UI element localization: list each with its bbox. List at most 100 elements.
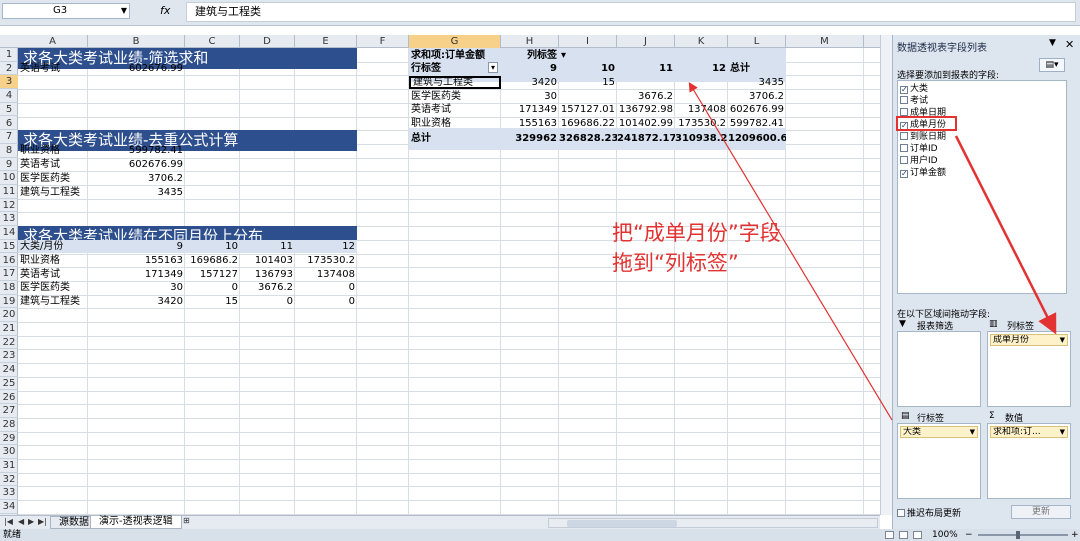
pivot-cell[interactable]: 155163 (501, 117, 559, 130)
pivot-row-item[interactable]: 建筑与工程类 (409, 75, 501, 89)
filter-dropdown-icon[interactable]: ▾ (561, 50, 566, 61)
chevron-down-icon[interactable]: ▼ (121, 4, 127, 18)
vertical-scrollbar[interactable] (880, 35, 892, 515)
insert-function-icon[interactable]: fx (160, 4, 170, 17)
zone-rows[interactable]: 大类 ▼ (897, 423, 981, 499)
row-header-4[interactable]: 4 (0, 89, 18, 103)
column-header-E[interactable]: E (295, 35, 357, 48)
row-header-13[interactable]: 13 (0, 212, 18, 227)
pivot-col-filter[interactable]: ▾ (559, 49, 617, 62)
row-header-18[interactable]: 18 (0, 281, 18, 295)
column-header-C[interactable]: C (185, 35, 240, 48)
row-header-14[interactable]: 14 (0, 226, 18, 240)
row-header-16[interactable]: 16 (0, 254, 18, 268)
column-header-J[interactable]: J (617, 35, 675, 48)
section3-cell[interactable]: 医学医药类 (18, 281, 88, 294)
column-header-F[interactable]: F (357, 35, 409, 48)
section3-cell[interactable]: 3420 (88, 295, 185, 308)
pivot-cell[interactable]: 3435 (728, 76, 786, 89)
checkbox-icon[interactable] (900, 132, 908, 140)
section3-cell[interactable]: 英语考试 (18, 268, 88, 281)
pivot-cell[interactable]: 3706.2 (728, 90, 786, 103)
first-sheet-icon[interactable]: |◀ (4, 517, 13, 526)
row-header-21[interactable]: 21 (0, 322, 18, 336)
chevron-down-icon[interactable]: ▼ (1060, 427, 1065, 437)
name-box[interactable]: G3 ▼ (2, 3, 130, 19)
pivot-total[interactable]: 241872.17 (617, 132, 675, 145)
column-header-I[interactable]: I (559, 35, 617, 48)
update-button[interactable]: 更新 (1011, 505, 1071, 519)
checkbox-icon[interactable] (900, 96, 908, 104)
page-break-icon[interactable] (913, 531, 922, 539)
section3-header[interactable]: 9 (88, 240, 185, 253)
pivot-value-label[interactable]: 求和项:订单金额 (409, 49, 501, 62)
row-header-25[interactable]: 25 (0, 377, 18, 391)
row-header-10[interactable]: 10 (0, 171, 18, 185)
zoom-level[interactable]: 100% (932, 529, 958, 541)
defer-update-checkbox[interactable]: 推迟布局更新 (897, 506, 961, 519)
section2-label[interactable]: 建筑与工程类 (18, 186, 88, 199)
row-header-32[interactable]: 32 (0, 473, 18, 487)
section3-cell[interactable]: 157127 (185, 268, 240, 281)
pivot-col-header[interactable]: 12 (675, 62, 728, 75)
row-header-6[interactable]: 6 (0, 117, 18, 131)
pivot-cell[interactable]: 137408 (675, 103, 728, 116)
section3-cell[interactable]: 169686.2 (185, 254, 240, 267)
section2-value[interactable]: 602676.99 (88, 158, 185, 171)
field-item[interactable]: 到账日期 (900, 132, 946, 143)
horizontal-scrollbar[interactable] (548, 518, 878, 528)
section3-header[interactable]: 大类/月份 (18, 240, 88, 253)
pivot-cell[interactable] (675, 90, 728, 103)
zone-item-sum[interactable]: 求和项:订... ▼ (990, 426, 1068, 438)
pivot-total[interactable]: 1209600.6 (728, 132, 786, 145)
checkbox-icon[interactable] (900, 108, 908, 116)
section3-cell[interactable]: 0 (240, 295, 295, 308)
column-header-H[interactable]: H (501, 35, 559, 48)
section2-value[interactable]: 599782.41 (88, 144, 185, 157)
row-header-30[interactable]: 30 (0, 445, 18, 459)
column-header-M[interactable]: M (786, 35, 864, 48)
field-item[interactable]: 订单ID (900, 144, 938, 155)
pivot-total[interactable]: 310938.2 (675, 132, 728, 145)
row-header-28[interactable]: 28 (0, 418, 18, 432)
pivot-cell[interactable] (559, 90, 617, 103)
pivot-cell[interactable] (675, 76, 728, 89)
zone-item-category[interactable]: 大类 ▼ (900, 426, 978, 438)
pivot-cell[interactable]: 101402.99 (617, 117, 675, 130)
field-item[interactable]: ✓ 大类 (900, 84, 928, 95)
formula-input[interactable]: 建筑与工程类 (186, 2, 1076, 22)
zoom-in-icon[interactable]: + (1071, 529, 1079, 541)
row-header-17[interactable]: 17 (0, 267, 18, 281)
section3-cell[interactable]: 15 (185, 295, 240, 308)
row-header-12[interactable]: 12 (0, 199, 18, 213)
row-header-9[interactable]: 9 (0, 158, 18, 172)
section3-cell[interactable]: 3676.2 (240, 281, 295, 294)
checkbox-icon[interactable] (897, 509, 905, 517)
column-header-D[interactable]: D (240, 35, 295, 48)
checkbox-icon[interactable] (900, 144, 908, 152)
column-header-L[interactable]: L (728, 35, 786, 48)
pivot-row-label[interactable]: 行标签 ▾ (409, 62, 501, 75)
row-header-11[interactable]: 11 (0, 185, 18, 199)
pivot-cell[interactable]: 169686.22 (559, 117, 617, 130)
row-header-24[interactable]: 24 (0, 363, 18, 377)
zone-columns[interactable]: 成单月份 ▼ (987, 331, 1071, 407)
zone-item-month[interactable]: 成单月份 ▼ (990, 334, 1068, 346)
row-header-34[interactable]: 34 (0, 500, 18, 514)
field-item[interactable]: 考试 (900, 96, 928, 107)
scroll-thumb[interactable] (567, 520, 677, 527)
pane-options-icon[interactable]: ▼ (1049, 38, 1056, 48)
last-sheet-icon[interactable]: ▶| (38, 517, 47, 526)
pivot-total[interactable]: 329962 (501, 132, 559, 145)
pivot-row-item[interactable]: 英语考试 (409, 103, 501, 116)
pivot-row-item[interactable]: 职业资格 (409, 117, 501, 130)
pivot-total[interactable]: 326828.23 (559, 132, 617, 145)
row-header-5[interactable]: 5 (0, 103, 18, 117)
pivot-row-item[interactable]: 医学医药类 (409, 90, 501, 103)
section3-cell[interactable]: 173530.2 (295, 254, 357, 267)
section2-label[interactable]: 医学医药类 (18, 172, 88, 185)
section3-header[interactable]: 10 (185, 240, 240, 253)
pivot-cell[interactable]: 3676.2 (617, 90, 675, 103)
section3-cell[interactable]: 30 (88, 281, 185, 294)
section1-label[interactable]: 英语考试 (18, 62, 88, 75)
